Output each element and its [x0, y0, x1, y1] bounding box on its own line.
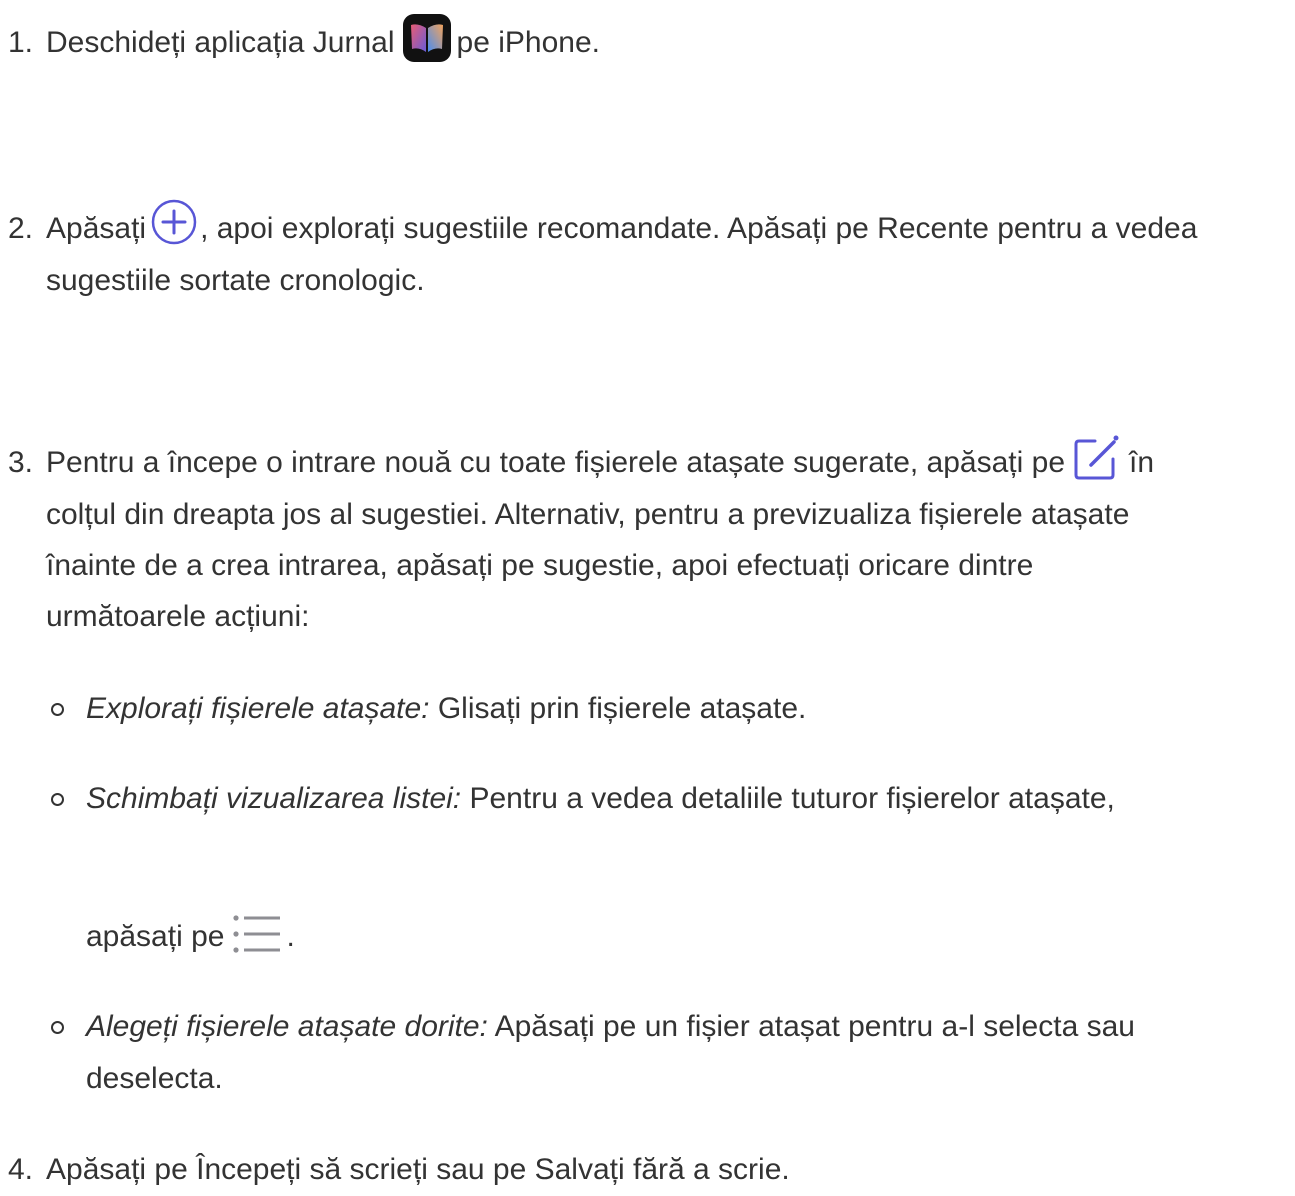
- step-4-line-1: Apăsați pe Începeți să scrieți sau pe Sa…: [46, 1153, 790, 1186]
- step-number: 3.: [8, 446, 34, 479]
- step-number: 4.: [8, 1153, 34, 1186]
- step-number: 2.: [8, 212, 34, 245]
- sub-item-text: Apăsați pe un fișier atașat pentru a-l s…: [487, 1010, 1135, 1043]
- sub-item-text: Glisați prin fișierele atașate.: [429, 692, 807, 725]
- list-view-icon: [230, 914, 286, 954]
- sub-item-text: .: [286, 920, 295, 953]
- step-3-line-4: următoarele acțiuni:: [46, 600, 310, 633]
- step-3-line-2: colțul din dreapta jos al sugestiei. Alt…: [46, 498, 1130, 531]
- step-3-line-1: Pentru a începe o intrare nouă cu toate …: [46, 435, 1155, 489]
- step-number: 1.: [8, 26, 34, 59]
- compose-icon: [1071, 433, 1121, 483]
- sub-item-label: Alegeți fișierele atașate dorite:: [86, 1010, 488, 1043]
- step-text: în: [1129, 446, 1155, 479]
- instructions-page: 1. Deschideți aplicația Jurnal pe iPhone…: [0, 0, 1295, 1189]
- bullet-icon: [51, 1021, 64, 1034]
- journal-app-icon: [402, 14, 451, 63]
- sub-item-text: apăsați pe: [86, 920, 225, 953]
- step-text: Deschideți aplicația Jurnal: [46, 26, 395, 59]
- bullet-icon: [51, 793, 64, 806]
- sub-item-2-line-2: apăsați pe .: [86, 911, 295, 963]
- step-text: , apoi explorați sugestiile recomandate.…: [200, 212, 1198, 245]
- sub-item-text: Pentru a vedea detaliile tuturor fișiere…: [461, 782, 1115, 815]
- sub-item-3-line-2: deselecta.: [86, 1062, 223, 1095]
- bullet-icon: [51, 703, 64, 716]
- step-text: Apăsați: [46, 212, 147, 245]
- sub-item-3-line-1: Alegeți fișierele atașate dorite: Apăsaț…: [86, 1001, 1135, 1053]
- sub-item-label: Explorați fișierele atașate:: [86, 692, 430, 725]
- sub-item-label: Schimbați vizualizarea listei:: [86, 782, 462, 815]
- add-circle-icon: [150, 198, 198, 246]
- step-1-line-1: Deschideți aplicația Jurnal pe iPhone.: [46, 14, 600, 69]
- step-2-line-2: sugestiile sortate cronologic.: [46, 264, 425, 297]
- step-text: pe iPhone.: [456, 26, 600, 59]
- step-3-line-3: înainte de a crea intrarea, apăsați pe s…: [46, 549, 1034, 582]
- sub-item-2-line-1: Schimbați vizualizarea listei: Pentru a …: [86, 773, 1115, 825]
- step-2-line-1: Apăsați , apoi explorați sugestiile reco…: [46, 199, 1198, 255]
- step-text: Pentru a începe o intrare nouă cu toate …: [46, 446, 1066, 479]
- sub-item-1-line-1: Explorați fișierele atașate: Glisați pri…: [86, 683, 806, 735]
